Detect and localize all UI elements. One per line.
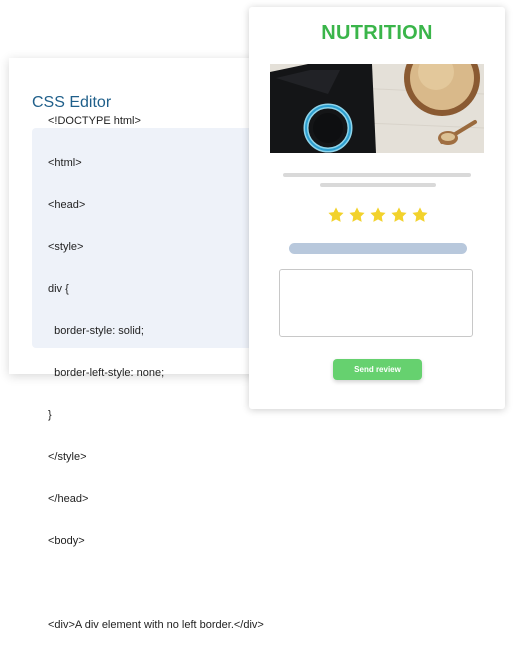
placeholder-text-line: [320, 183, 436, 187]
code-line: </head>: [48, 493, 89, 505]
code-line: <body>: [48, 535, 85, 547]
star-rating[interactable]: [327, 206, 429, 224]
code-line: div {: [48, 283, 69, 295]
placeholder-text-line: [283, 173, 471, 177]
review-card: NUTRITION Send review: [249, 7, 505, 409]
code-line: }: [48, 409, 52, 421]
placeholder-bar: [289, 243, 467, 254]
review-textarea[interactable]: [279, 269, 473, 337]
product-photo-illustration: [270, 64, 484, 153]
code-line: <style>: [48, 241, 84, 253]
css-editor-card: CSS Editor <!DOCTYPE html> <html> <head>…: [9, 58, 264, 631]
star-icon[interactable]: [327, 206, 345, 224]
code-line: </style>: [48, 451, 87, 463]
code-line: <div>A div element with no left border.<…: [48, 619, 264, 631]
star-icon[interactable]: [369, 206, 387, 224]
code-line: <html>: [48, 157, 82, 169]
send-review-button[interactable]: Send review: [333, 359, 422, 380]
code-line: border-style: solid;: [48, 325, 144, 337]
product-image: [270, 64, 484, 153]
code-line: border-left-style: none;: [48, 367, 165, 379]
star-icon[interactable]: [390, 206, 408, 224]
star-icon[interactable]: [348, 206, 366, 224]
star-icon[interactable]: [411, 206, 429, 224]
code-line: <head>: [48, 199, 86, 211]
code-line: <!DOCTYPE html>: [48, 115, 141, 127]
code-content[interactable]: <!DOCTYPE html> <html> <head> <style> di…: [48, 86, 264, 660]
product-title: NUTRITION: [321, 22, 433, 44]
